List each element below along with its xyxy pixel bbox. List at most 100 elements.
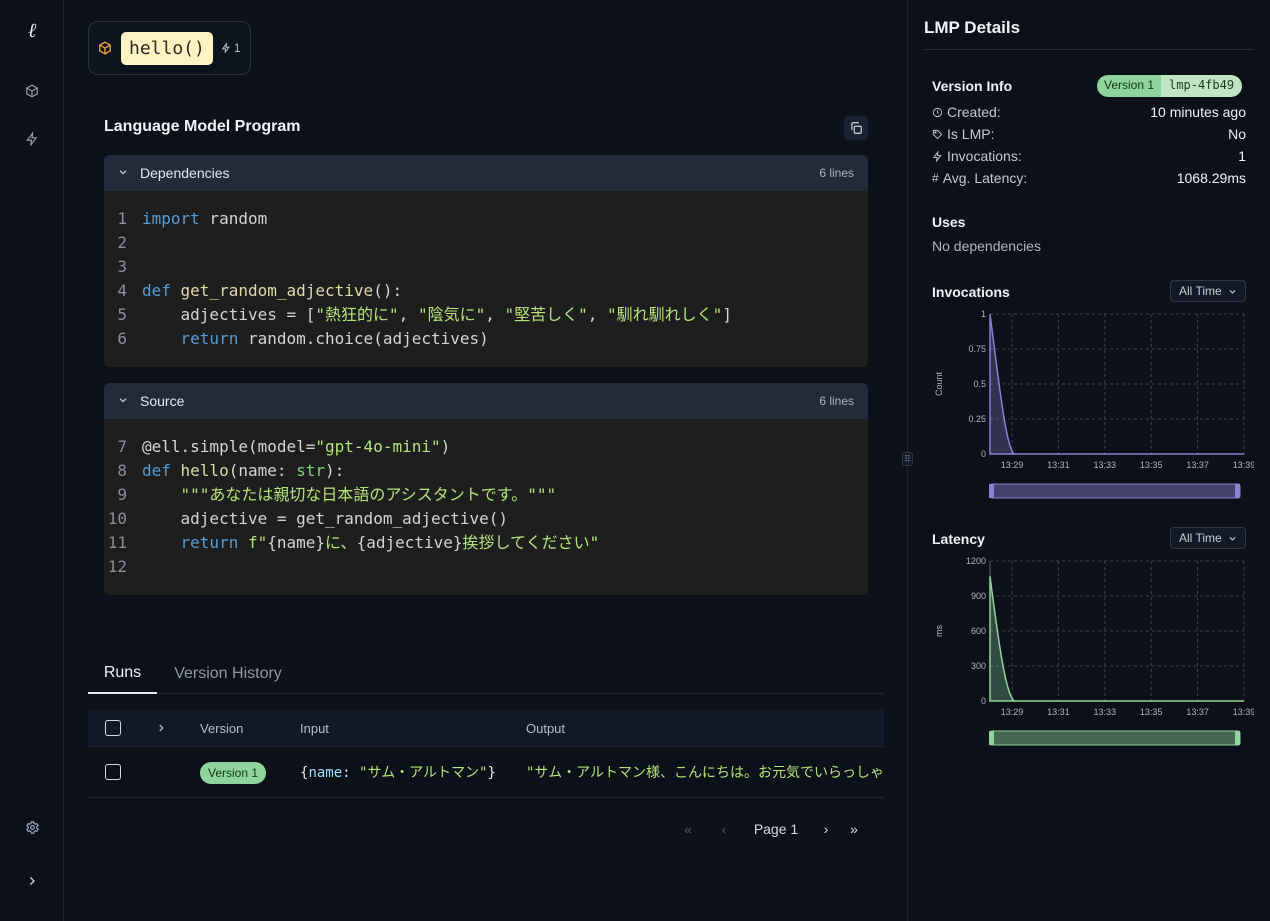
ell-logo[interactable]: ℓ [22,18,42,42]
section-title: Language Model Program [104,118,301,135]
uses-label: Uses [932,214,966,230]
column-version[interactable]: Version [200,721,300,736]
x-tick-label: 13:35 [1140,707,1163,717]
expand-all-icon[interactable] [136,721,200,736]
code-line: 8 def hello(name: str): [104,459,868,483]
row-output: "サム・アルトマン様、こんにちは。お元気でいらっしゃ [526,765,884,781]
line-number: 1 [117,209,127,228]
row-input: {name: "サム・アルトマン"} [300,765,496,781]
y-tick-label: 1200 [966,556,986,566]
x-tick-label: 13:37 [1186,460,1209,470]
code-line: 2 [104,231,868,255]
invocation-count-value: 1 [233,41,241,55]
y-tick-label: 0 [981,449,986,459]
first-page-icon[interactable]: « [664,821,712,837]
code-line: 6 return random.choice(adjectives) [104,327,868,351]
chevron-down-icon [118,395,130,408]
y-tick-label: 0.75 [968,344,986,354]
cube-icon[interactable] [22,81,42,101]
version-badge: Version 1 [1097,75,1162,97]
created-value: 10 minutes ago [1150,104,1246,120]
table-header: Version Input Output [88,710,884,747]
left-rail: ℓ [0,0,64,921]
latency-chart-title: Latency [932,531,985,547]
last-page-icon[interactable]: » [836,821,872,837]
source-block: Source 6 lines 7 @ell.simple(model="gpt-4… [104,383,868,595]
divider [924,49,1254,50]
dependencies-line-count: 6 lines [819,166,854,180]
select-all-checkbox[interactable] [105,720,121,736]
tag-icon [932,129,943,139]
code-line: 12 [104,555,868,579]
line-number: 10 [107,509,127,528]
is-lmp-value: No [1228,126,1246,142]
latency-label: Avg. Latency: [942,170,1028,186]
x-tick-label: 13:33 [1094,460,1117,470]
dependencies-header[interactable]: Dependencies 6 lines [104,155,868,191]
code-line: 1 import random [104,207,868,231]
series-area [989,576,1016,702]
uses-value: No dependencies [932,238,1041,254]
x-tick-label: 13:37 [1186,707,1209,717]
invocations-time-select[interactable]: All Time [1170,280,1246,302]
table-row[interactable]: Version 1 {name: "サム・アルトマン"} "サム・アルトマン様、… [88,747,884,798]
tab-bar: Runs Version History [88,654,884,694]
code-text: def get_random_adjective(): [142,281,403,300]
brush-handle-right [1235,731,1240,745]
column-output[interactable]: Output [526,721,884,736]
chevron-down-icon [1229,289,1236,294]
tab-runs[interactable]: Runs [88,654,157,694]
next-page-icon[interactable]: › [816,821,836,837]
code-text: return f"{name}に、{adjective}挨拶してください" [180,533,600,552]
hash-icon: # [932,171,939,185]
source-label: Source [140,393,185,409]
tab-version-history[interactable]: Version History [173,654,283,694]
x-tick-label: 13:29 [1001,707,1024,717]
is-lmp-label: Is LMP: [947,126,995,142]
invocations-chart: 1 0.75 0.5 0.25 0 13:29 13:31 13:33 13:35 13:37 13… [934,309,1254,499]
settings-gear-icon[interactable] [22,817,42,837]
source-code: 7 @ell.simple(model="gpt-4o-mini") 8 def he… [104,419,868,591]
code-text: """あなたは親切な日本語のアシスタントです。""" [180,485,557,504]
input-value: "サム・アルトマン" [359,765,488,781]
details-title: LMP Details [924,18,1021,37]
latency-time-value: All Time [1179,531,1222,545]
code-line: 10 adjective = get_random_adjective() [104,507,868,531]
range-brush [989,730,1241,746]
range-brush [989,483,1241,499]
version-hash: lmp-4fb49 [1161,75,1243,97]
runs-table: Version Input Output Version 1 {name: "サ… [88,710,884,798]
lightning-icon [932,150,942,162]
row-checkbox[interactable] [105,764,121,780]
code-text: return random.choice(adjectives) [180,329,489,348]
y-tick-label: 1 [981,309,986,319]
dependencies-code: 1 import random 2 3 4 def get_random_adjectiv… [104,191,868,363]
chevron-down-icon [1229,536,1236,541]
prev-page-icon[interactable]: ‹ [712,821,736,837]
version-pill: Version 1 lmp-4fb49 [1097,75,1243,97]
copy-button[interactable] [844,116,868,140]
latency-row: # Avg. Latency: 1068.29ms [932,168,1246,188]
lmp-details-panel: LMP Details Version Info Version 1 lmp-4… [908,0,1270,921]
expand-chevron-icon[interactable] [22,871,42,891]
invocations-row: Invocations: 1 [932,146,1246,166]
main-content: hello() 1 Language Model Program Depende… [64,0,908,921]
y-tick-label: 0.25 [968,414,986,424]
latency-chart: 1200 900 600 300 0 13:29 13:31 13:33 13:35 13:37 1… [934,556,1254,746]
column-input[interactable]: Input [300,721,526,736]
created-label: Created: [947,104,1001,120]
source-header[interactable]: Source 6 lines [104,383,868,419]
code-line: 5 adjectives = ["熱狂的に", "陰気に", "堅苦しく", "… [104,303,868,327]
x-tick-label: 13:31 [1047,707,1070,717]
is-lmp-row: Is LMP: No [932,124,1246,144]
lightning-icon[interactable] [22,129,42,149]
clock-icon [932,107,943,117]
latency-time-select[interactable]: All Time [1170,527,1246,549]
cube-icon [97,40,113,56]
line-number: 7 [117,437,127,456]
brush-handle-right [1235,484,1240,498]
invocations-chart-title: Invocations [932,284,1010,300]
brush-handle-left [989,484,994,498]
lightning-icon [221,43,230,53]
code-line: 9 """あなたは親切な日本語のアシスタントです。""" [104,483,868,507]
